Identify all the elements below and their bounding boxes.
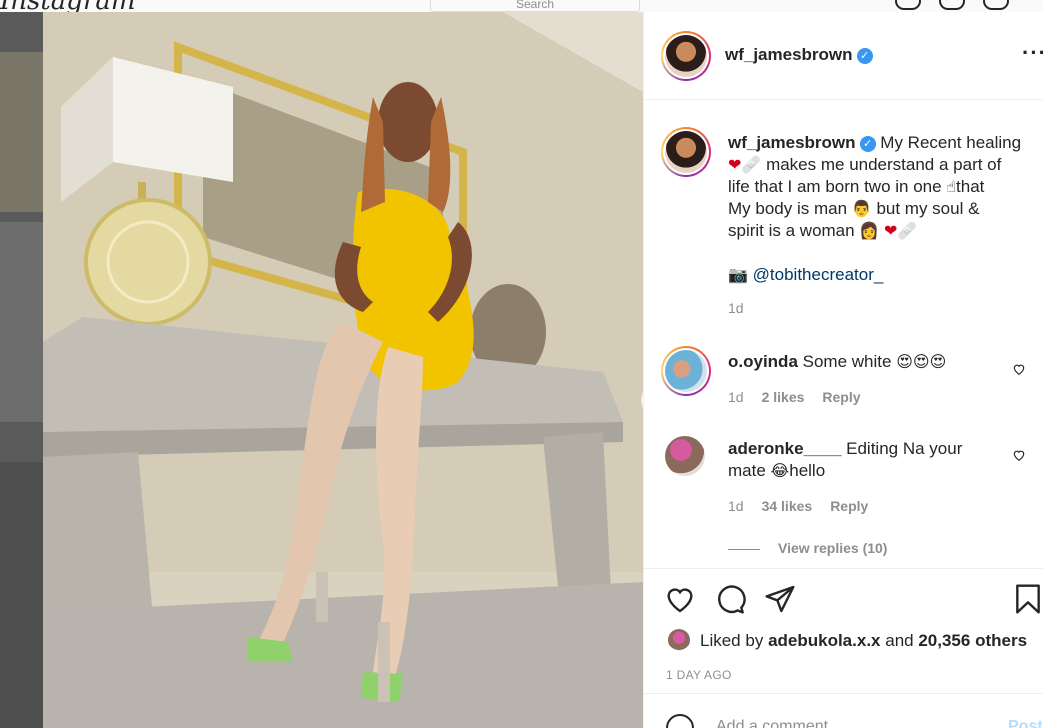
post-date[interactable]: 1 DAY AGO	[666, 668, 732, 682]
pointing-up-icon: ☝	[946, 177, 957, 196]
like-heart-icon[interactable]	[664, 583, 696, 615]
view-replies-button[interactable]: View replies (10)	[728, 540, 1008, 556]
like-comment-heart-icon[interactable]	[1012, 362, 1026, 376]
comment-timestamp: 1d	[728, 389, 744, 405]
messenger-icon	[939, 0, 965, 10]
red-heart-icon: ❤	[884, 221, 898, 240]
author-avatar[interactable]	[661, 31, 711, 81]
view-replies-label: View replies (10)	[778, 540, 888, 556]
liked-by-user[interactable]: adebukola.x.x	[768, 631, 880, 650]
replies-divider	[728, 548, 760, 550]
comment-timestamp: 1d	[728, 498, 744, 514]
heart-eyes-icon: 😍	[929, 352, 947, 371]
caption-line-2: makes me understand a part of	[766, 155, 1002, 174]
camera-icon: 📷	[728, 265, 748, 284]
share-icon[interactable]	[764, 583, 796, 615]
heart-eyes-icon: 😍	[912, 352, 930, 371]
post-photo-illustration	[43, 12, 643, 728]
comment-reply-button[interactable]: Reply	[830, 498, 868, 514]
emoji-picker-icon[interactable]	[666, 714, 694, 728]
comment-icon[interactable]	[714, 583, 746, 615]
laughing-icon: 😂	[770, 461, 790, 480]
like-comment-heart-icon[interactable]	[1012, 448, 1026, 462]
red-heart-icon: ❤	[728, 155, 742, 174]
home-icon	[895, 0, 921, 10]
likes-count[interactable]: 20,356 others	[918, 631, 1027, 650]
background-tile	[0, 222, 43, 422]
background-tile	[0, 52, 43, 212]
liked-by-prefix: Liked by	[700, 631, 764, 650]
background-page-header: Instagram Search	[0, 0, 1043, 16]
comment-bar: Add a comment... Post	[644, 693, 1043, 728]
caption-line-3b: that	[956, 177, 985, 196]
comment-avatar[interactable]	[661, 346, 711, 396]
comment-item: o.oyinda Some white 😍😍😍 1d 2 likes Reply	[728, 351, 1008, 405]
caption-line-4: My body is man	[728, 199, 848, 218]
woman-icon: 👩	[859, 221, 880, 240]
background-nav-icons	[895, 0, 1009, 10]
post-photo[interactable]: ›	[43, 12, 643, 728]
bandage-icon: 🩹	[897, 221, 918, 240]
liker-avatar[interactable]	[668, 629, 690, 651]
comment-likes[interactable]: 2 likes	[762, 389, 805, 405]
caption-line-1: My Recent healing	[880, 133, 1022, 152]
background-search-input: Search	[430, 0, 640, 12]
liked-by-text: Liked by adebukola.x.x and 20,356 others	[700, 631, 1027, 651]
comment-username[interactable]: aderonke____	[728, 439, 841, 458]
author-name-row: wf_jamesbrown ✓	[725, 45, 873, 65]
verified-badge-icon: ✓	[859, 135, 876, 152]
caption-line-5: spirit is a woman	[728, 221, 855, 240]
post-caption: wf_jamesbrown ✓ My Recent healing ❤🩹 make…	[728, 132, 1033, 316]
post-comment-button[interactable]: Post	[1008, 718, 1043, 728]
comment-input[interactable]: Add a comment...	[716, 718, 841, 728]
background-tile	[0, 462, 43, 728]
post-details-panel: wf_jamesbrown✓ ··· wf_jamesbrown✓ My Rec…	[643, 12, 1043, 728]
caption-line-3: life that I am born two in one	[728, 177, 942, 196]
caption-timestamp: 1d	[728, 300, 744, 316]
bookmark-icon[interactable]	[1012, 583, 1043, 615]
comment-avatar[interactable]	[665, 436, 705, 476]
bandage-icon: 🩹	[741, 155, 762, 174]
comment-reply-button[interactable]: Reply	[822, 389, 860, 405]
comment-username[interactable]: o.oyinda	[728, 352, 798, 371]
explore-icon	[983, 0, 1009, 10]
comment-text-line-2b: hello	[789, 461, 826, 480]
liked-by-and: and	[885, 631, 914, 650]
comment-likes[interactable]: 34 likes	[762, 498, 813, 514]
caption-line-4b: but my soul &	[876, 199, 980, 218]
comment-text: Some white	[802, 352, 892, 371]
more-options-icon[interactable]: ···	[1022, 42, 1043, 64]
caption-author-avatar[interactable]	[661, 127, 711, 177]
post-header: wf_jamesbrown✓ ···	[644, 12, 1043, 100]
photo-credit-mention[interactable]: @tobithecreator_	[753, 265, 884, 284]
heart-eyes-icon: 😍	[896, 352, 913, 371]
man-icon: 👨	[851, 199, 872, 218]
comment-text-line-1: Editing Na your	[846, 439, 963, 458]
comment-item: aderonke____ Editing Na your mate 😂hello…	[728, 438, 1008, 556]
author-username[interactable]: wf_jamesbrown	[725, 45, 853, 64]
verified-badge-icon: ✓	[856, 47, 873, 64]
post-actions: Liked by adebukola.x.x and 20,356 others…	[644, 568, 1043, 728]
caption-author-username[interactable]: wf_jamesbrown	[728, 133, 856, 152]
background-feed-strip	[0, 12, 43, 728]
comment-text-line-2a: mate	[728, 461, 766, 480]
